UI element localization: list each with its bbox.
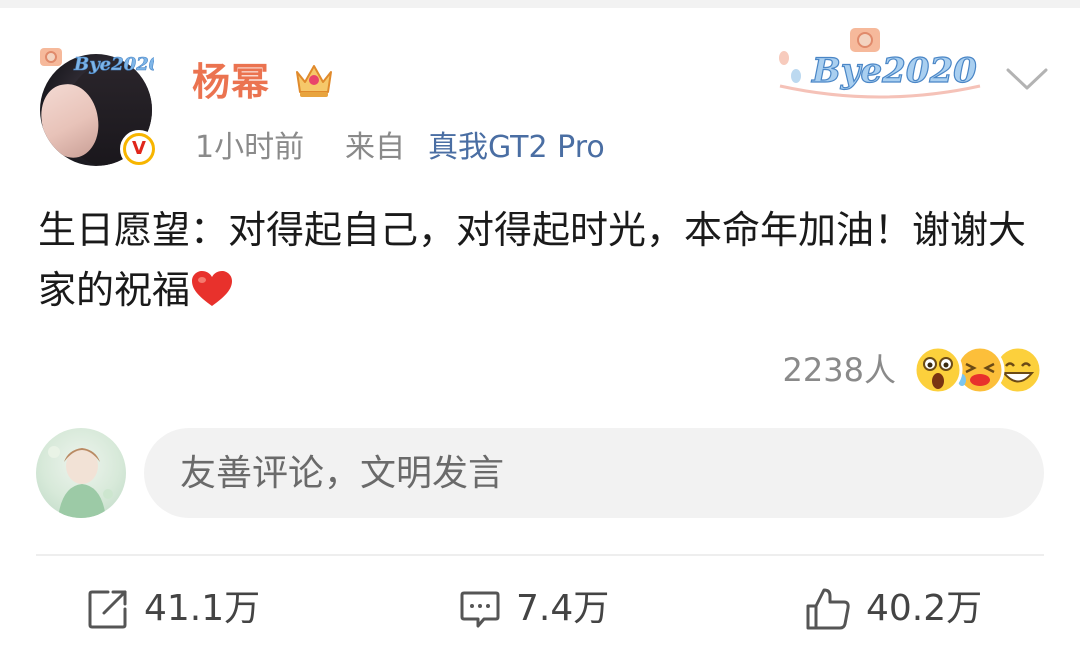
current-user-avatar[interactable] — [36, 428, 126, 518]
crown-icon — [296, 65, 332, 97]
post-content: 生日愿望：对得起自己，对得起时光，本命年加油！谢谢大家的祝福 — [38, 200, 1038, 320]
reaction-emojis[interactable] — [912, 344, 1044, 396]
author-name[interactable]: 杨幂 — [192, 60, 270, 104]
author-avatar[interactable]: Bye2020 V — [38, 40, 158, 168]
repost-icon — [88, 590, 127, 629]
like-count: 40.2万 — [866, 588, 983, 629]
comment-count: 7.4万 — [516, 588, 610, 629]
repost-button[interactable]: 41.1万 — [86, 582, 260, 636]
action-bar-divider — [36, 554, 1044, 556]
surprised-emoji — [913, 345, 963, 395]
thumbs-up-icon — [806, 588, 850, 630]
comment-input[interactable] — [144, 428, 1044, 518]
like-button[interactable]: 40.2万 — [804, 582, 982, 636]
source-prefix: 来自 — [345, 130, 405, 165]
source-device-link[interactable]: 真我GT2 Pro — [428, 128, 605, 168]
current-user-avatar-art — [48, 446, 113, 518]
reaction-count[interactable]: 2238人 — [783, 348, 896, 392]
avatar-pendant-decoration: Bye2020 — [40, 48, 154, 75]
heart-icon — [192, 271, 233, 306]
top-separator — [0, 0, 1080, 8]
repost-count: 41.1万 — [144, 588, 261, 629]
verified-mark: V — [126, 136, 152, 162]
weibo-post-card: Bye2020 V 杨幂 1小时前 来自 真我GT2 Pro Bye2020 生… — [0, 0, 1080, 659]
chevron-down-icon[interactable] — [1004, 62, 1050, 96]
verified-badge: V — [120, 130, 158, 168]
post-time: 1小时前 — [195, 130, 305, 165]
decoration-badge-text: Bye2020 — [811, 51, 977, 91]
avatar-deco-text: Bye2020 — [73, 54, 154, 75]
comment-icon — [460, 591, 500, 628]
bye2020-decoration-badge: Bye2020 — [779, 28, 981, 99]
comment-button[interactable]: 7.4万 — [458, 582, 609, 636]
post-text: 生日愿望：对得起自己，对得起时光，本命年加油！谢谢大家的祝福 — [38, 208, 1027, 312]
